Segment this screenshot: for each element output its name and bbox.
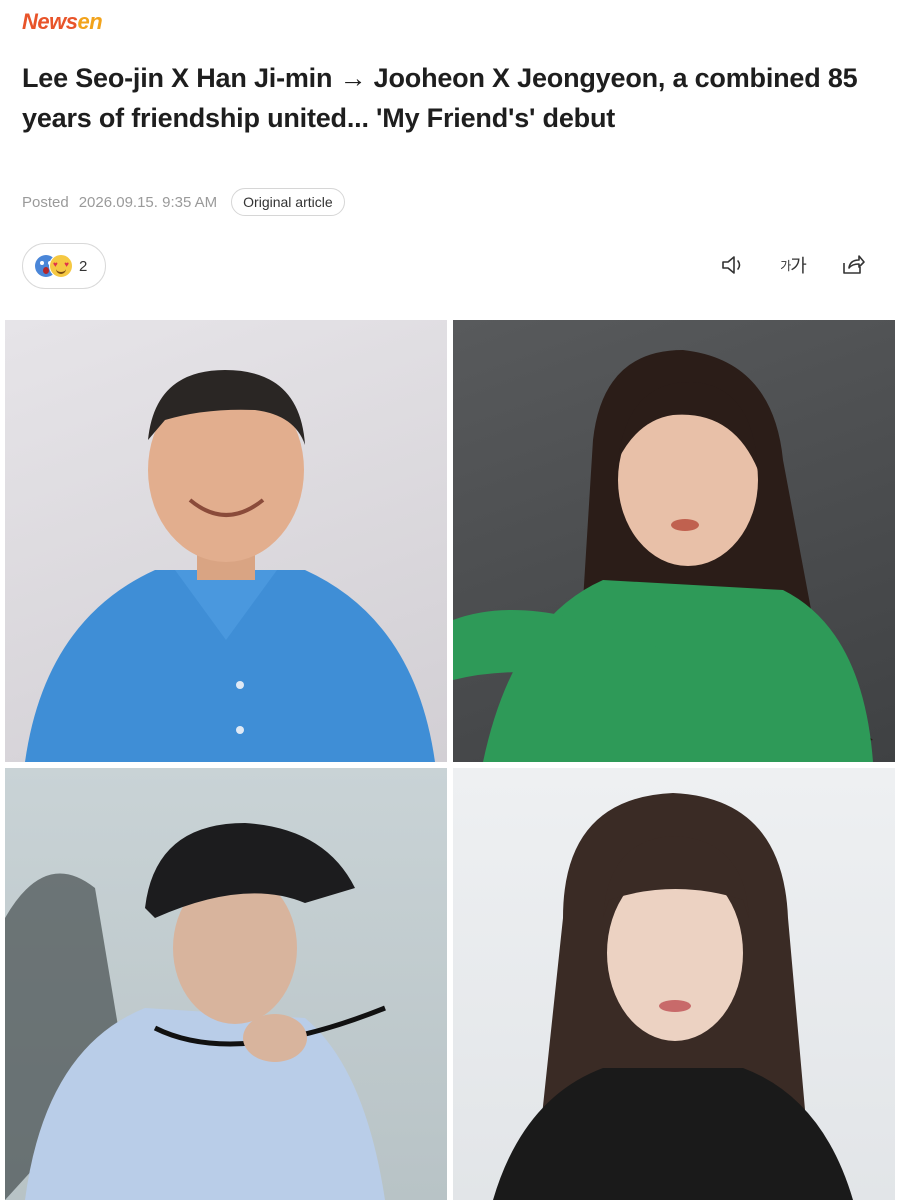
- photo-man-black-cap[interactable]: [5, 768, 447, 1200]
- photo-woman-green-sweater[interactable]: [453, 320, 895, 762]
- heart-eyes-emoji-icon: ♥ ♥: [49, 254, 73, 278]
- posted-label: Posted: [22, 193, 69, 211]
- share-icon[interactable]: [838, 250, 868, 280]
- newsen-logo[interactable]: Newsen: [22, 8, 103, 36]
- speaker-icon[interactable]: [718, 250, 748, 280]
- logo-part1: News: [22, 9, 78, 34]
- article-meta: Posted 2026.09.15. 9:35 AM Original arti…: [22, 186, 345, 218]
- logo-part2: en: [77, 9, 103, 34]
- article-headline: Lee Seo-jin X Han Ji-min → Jooheon X Jeo…: [22, 63, 858, 133]
- article-toolbar: 가가: [718, 250, 868, 280]
- reaction-count: 2: [79, 257, 88, 275]
- font-size-button[interactable]: 가가: [778, 250, 808, 280]
- photo-man-blue-shirt[interactable]: [5, 320, 447, 762]
- reaction-button[interactable]: ♥ ♥ 2: [22, 243, 106, 289]
- photo-woman-black-top[interactable]: [453, 768, 895, 1200]
- font-size-big-label: 가: [790, 256, 807, 276]
- posted-date: 2026.09.15. 9:35 AM: [78, 193, 218, 211]
- original-article-button[interactable]: Original article: [231, 188, 345, 216]
- font-size-small-label: 가: [780, 258, 791, 273]
